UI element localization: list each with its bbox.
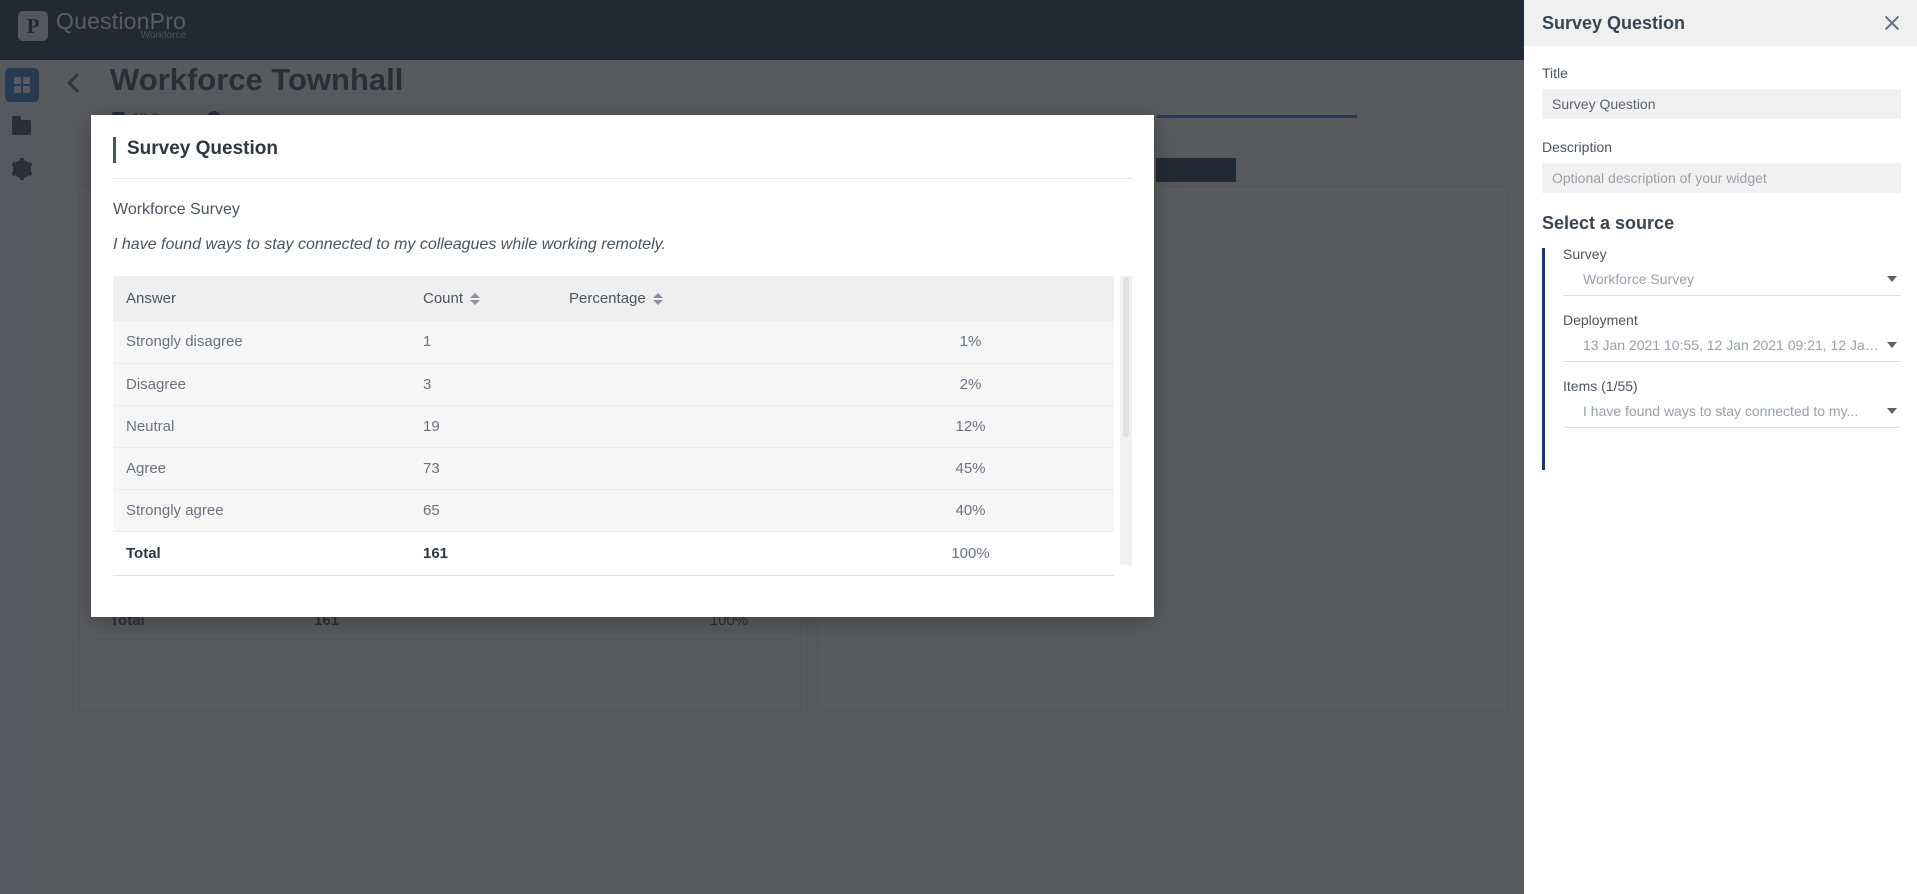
results-table-body: Strongly disagree 1 1% Disagree 3 2% Neu… [113,321,1114,576]
modal-header: Survey Question [113,115,1132,179]
deployment-select-label: Deployment [1563,312,1638,328]
panel-header: Survey Question [1524,0,1917,46]
cell-count: 65 [423,489,556,532]
table-header-row: Answer Count Percentage [113,276,1114,321]
total-percentage: 100% [835,530,1114,576]
results-table-wrapper: Answer Count Percentage Strongly disagre… [113,276,1132,576]
total-count: 161 [423,530,556,576]
cell-answer: Neutral [113,405,423,448]
survey-select[interactable]: Workforce Survey [1563,271,1901,296]
cell-bar [556,321,835,364]
question-text: I have found ways to stay connected to m… [113,236,666,253]
modal-body: Workforce Survey I have found ways to st… [91,179,1154,576]
table-row: Agree 73 45% [113,447,1114,490]
survey-question-modal: Survey Question Workforce Survey I have … [91,115,1154,617]
deployment-select-value: 13 Jan 2021 10:55, 12 Jan 2021 09:21, 12… [1583,337,1879,353]
items-select-value: I have found ways to stay connected to m… [1583,403,1859,419]
cell-bar [556,489,835,532]
title-field[interactable]: Survey Question [1542,89,1901,119]
survey-select-label: Survey [1563,246,1607,262]
cell-count: 3 [423,363,556,406]
column-header-percentage-label: Percentage [569,290,646,307]
table-row: Strongly disagree 1 1% [113,321,1114,364]
panel-title: Survey Question [1542,12,1686,33]
cell-percentage: 2% [835,363,1114,406]
sort-icon[interactable] [652,293,663,306]
cell-answer: Strongly disagree [113,321,423,364]
column-header-count[interactable]: Count [423,276,556,321]
chevron-down-icon [1887,408,1897,414]
chevron-down-icon [1887,342,1897,348]
chevron-down-icon [1887,276,1897,282]
title-field-label: Title [1542,65,1568,81]
cell-percentage: 1% [835,321,1114,364]
survey-question-panel: Survey Question Title Survey Question De… [1524,0,1917,894]
results-table: Answer Count Percentage Strongly disagre… [113,276,1114,576]
column-header-percentage[interactable]: Percentage [556,276,1114,321]
cell-percentage: 45% [835,447,1114,490]
cell-bar [556,363,835,406]
total-label: Total [113,530,423,576]
cell-percentage: 12% [835,405,1114,448]
modal-accent-bar [113,137,116,163]
items-select[interactable]: I have found ways to stay connected to m… [1563,403,1901,428]
table-row: Disagree 3 2% [113,363,1114,406]
description-field[interactable]: Optional description of your widget [1542,163,1901,193]
select-source-heading: Select a source [1542,213,1675,233]
table-scrollbar[interactable] [1120,276,1132,565]
survey-select-value: Workforce Survey [1583,271,1694,287]
cell-count: 1 [423,321,556,364]
cell-answer: Strongly agree [113,489,423,532]
cell-bar [556,405,835,448]
modal-title: Survey Question [127,138,278,159]
column-header-count-label: Count [423,290,464,307]
sort-icon[interactable] [470,293,481,306]
total-bar [556,530,835,576]
panel-body: Title Survey Question Description Option… [1524,46,1917,470]
close-icon[interactable] [1883,14,1901,32]
deployment-select[interactable]: 13 Jan 2021 10:55, 12 Jan 2021 09:21, 12… [1563,337,1901,362]
source-group: Survey Workforce Survey Deployment 13 Ja… [1542,246,1901,470]
cell-answer: Disagree [113,363,423,406]
column-header-answer-label: Answer [126,290,177,307]
cell-count: 73 [423,447,556,490]
table-row: Strongly agree 65 40% [113,489,1114,532]
column-header-answer: Answer [113,276,423,321]
source-accent-rail [1542,248,1545,470]
table-total-row: Total 161 100% [113,530,1114,576]
survey-name: Workforce Survey [113,201,240,218]
cell-count: 19 [423,405,556,448]
items-select-label: Items (1/55) [1563,378,1638,394]
description-field-label: Description [1542,139,1613,155]
cell-answer: Agree [113,447,423,490]
table-row: Neutral 19 12% [113,405,1114,448]
cell-percentage: 40% [835,489,1114,532]
cell-bar [556,447,835,490]
